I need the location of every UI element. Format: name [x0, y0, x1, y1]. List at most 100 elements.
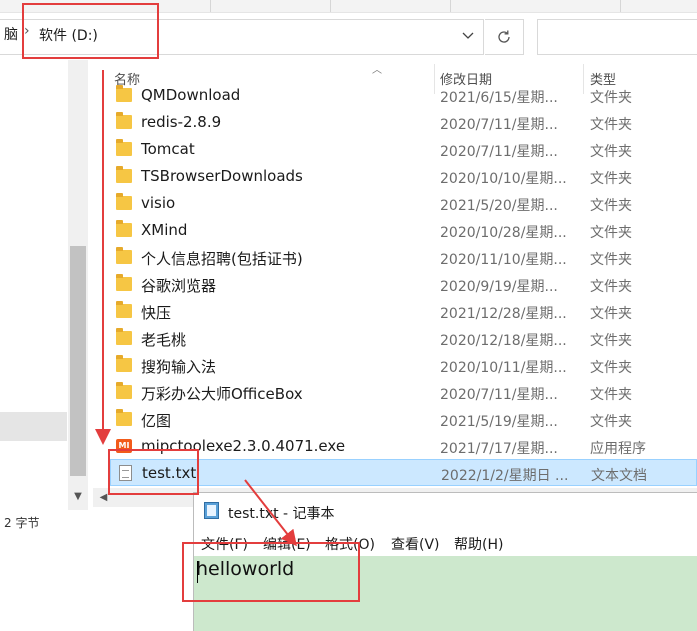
- file-date: 2021/5/19/星期...: [440, 414, 558, 430]
- file-name: QMDownload: [141, 86, 241, 104]
- file-date: 2020/11/10/星期...: [440, 252, 566, 268]
- refresh-button[interactable]: [485, 19, 524, 55]
- file-name: 快压: [141, 304, 172, 322]
- file-type: 文件夹: [590, 171, 632, 187]
- status-bar-text: 2 字节: [4, 516, 40, 530]
- navigation-selected-item[interactable]: [0, 412, 67, 441]
- breadcrumb-current[interactable]: 软件 (D:): [39, 25, 98, 45]
- file-date: 2021/5/20/星期...: [440, 198, 558, 214]
- file-date: 2020/7/11/星期...: [440, 144, 558, 160]
- sort-ascending-icon: ︿: [372, 65, 382, 76]
- file-date: 2020/10/28/星期...: [440, 225, 566, 241]
- breadcrumb-previous[interactable]: 脑: [4, 24, 18, 44]
- ribbon-strip: [0, 0, 697, 13]
- file-row[interactable]: 老毛桃 2020/12/18/星期... 文件夹: [110, 325, 697, 352]
- folder-icon: [116, 247, 132, 264]
- menu-edit[interactable]: 编辑(E): [263, 534, 311, 554]
- file-row[interactable]: 谷歌浏览器 2020/9/19/星期... 文件夹: [110, 271, 697, 298]
- file-row[interactable]: 搜狗输入法 2020/10/11/星期... 文件夹: [110, 352, 697, 379]
- file-row[interactable]: XMind 2020/10/28/星期... 文件夹: [110, 217, 697, 244]
- file-row[interactable]: 快压 2021/12/28/星期... 文件夹: [110, 298, 697, 325]
- file-type: 文件夹: [590, 414, 632, 430]
- text-caret: [197, 561, 198, 583]
- application-icon: MI: [116, 439, 132, 453]
- file-list: QMDownload 2021/6/15/星期... 文件夹 redis-2.8…: [110, 85, 697, 488]
- file-name: XMind: [141, 221, 188, 239]
- file-date: 2021/12/28/星期...: [440, 306, 566, 322]
- breadcrumb-separator-icon[interactable]: ›: [24, 23, 30, 39]
- menu-format[interactable]: 格式(O): [325, 534, 375, 554]
- file-name: 搜狗输入法: [141, 358, 217, 376]
- folder-icon: [116, 139, 132, 156]
- file-date: 2020/10/10/星期...: [440, 171, 566, 187]
- file-row[interactable]: QMDownload 2021/6/15/星期... 文件夹: [110, 85, 697, 109]
- file-row[interactable]: Tomcat 2020/7/11/星期... 文件夹: [110, 136, 697, 163]
- file-name: mipctoolexe2.3.0.4071.exe: [141, 437, 346, 455]
- file-type: 应用程序: [590, 441, 646, 457]
- file-row[interactable]: TSBrowserDownloads 2020/10/10/星期... 文件夹: [110, 163, 697, 190]
- address-history-button[interactable]: [455, 20, 481, 52]
- file-type: 文件夹: [590, 333, 632, 349]
- search-input[interactable]: [537, 19, 697, 55]
- menu-help[interactable]: 帮助(H): [454, 534, 503, 554]
- file-date: 2020/7/11/星期...: [440, 387, 558, 403]
- file-type: 文件夹: [590, 144, 632, 160]
- file-row[interactable]: 万彩办公大师OfficeBox 2020/7/11/星期... 文件夹: [110, 379, 697, 406]
- folder-icon: [116, 193, 132, 210]
- file-type: 文件夹: [590, 306, 632, 322]
- file-type: 文件夹: [590, 198, 632, 214]
- file-type: 文件夹: [590, 387, 632, 403]
- file-name: TSBrowserDownloads: [141, 167, 303, 185]
- menu-view[interactable]: 查看(V): [391, 534, 440, 554]
- file-row[interactable]: redis-2.8.9 2020/7/11/星期... 文件夹: [110, 109, 697, 136]
- refresh-icon: [498, 30, 510, 43]
- folder-icon: [116, 328, 132, 345]
- file-type: 文件夹: [590, 117, 632, 133]
- file-name: Tomcat: [141, 140, 195, 158]
- file-type: 文件夹: [590, 225, 632, 241]
- folder-icon: [116, 382, 132, 399]
- file-type: 文本文档: [591, 468, 647, 484]
- file-row[interactable]: visio 2021/5/20/星期... 文件夹: [110, 190, 697, 217]
- notepad-content: helloworld: [196, 558, 295, 580]
- file-type: 文件夹: [590, 360, 632, 376]
- notepad-title: test.txt - 记事本: [228, 506, 335, 522]
- folder-icon: [116, 301, 132, 318]
- file-type: 文件夹: [590, 279, 632, 295]
- file-name: visio: [141, 194, 176, 212]
- scroll-left-arrow-icon[interactable]: ◀: [95, 488, 112, 507]
- file-name: 万彩办公大师OfficeBox: [141, 385, 303, 403]
- file-row[interactable]: MI mipctoolexe2.3.0.4071.exe 2021/7/17/星…: [110, 433, 697, 460]
- file-date: 2020/9/19/星期...: [440, 279, 558, 295]
- navigation-scrollbar-thumb[interactable]: [70, 246, 86, 476]
- notepad-icon: [204, 502, 219, 519]
- folder-icon: [116, 112, 132, 129]
- file-date: 2022/1/2/星期日 ...: [441, 468, 567, 484]
- file-name: test.txt: [142, 464, 197, 482]
- file-name: redis-2.8.9: [141, 113, 222, 131]
- scroll-down-arrow-icon[interactable]: ▼: [70, 488, 86, 505]
- chevron-down-icon: [462, 32, 474, 39]
- file-name: 老毛桃: [141, 331, 187, 349]
- folder-icon: [116, 274, 132, 291]
- file-row-selected[interactable]: test.txt 2022/1/2/星期日 ... 文本文档: [110, 459, 697, 486]
- file-row[interactable]: 亿图 2021/5/19/星期... 文件夹: [110, 406, 697, 433]
- file-row[interactable]: 个人信息招聘(包括证书) 2020/11/10/星期... 文件夹: [110, 244, 697, 271]
- address-bar-row: 脑 › 软件 (D:): [0, 13, 697, 57]
- file-type: 文件夹: [590, 252, 632, 268]
- file-date: 2020/7/11/星期...: [440, 117, 558, 133]
- folder-icon: [116, 85, 132, 102]
- file-type: 文件夹: [590, 90, 632, 106]
- file-name: 谷歌浏览器: [141, 277, 217, 295]
- file-date: 2021/7/17/星期...: [440, 441, 558, 457]
- notepad-menubar: 文件(F) 编辑(E) 格式(O) 查看(V) 帮助(H): [193, 528, 697, 556]
- file-date: 2021/6/15/星期...: [440, 90, 558, 106]
- text-document-icon: [119, 465, 132, 481]
- folder-icon: [116, 220, 132, 237]
- file-date: 2020/12/18/星期...: [440, 333, 566, 349]
- file-name: 亿图: [141, 412, 172, 430]
- menu-file[interactable]: 文件(F): [201, 534, 248, 554]
- file-name: 个人信息招聘(包括证书): [141, 250, 303, 268]
- file-date: 2020/10/11/星期...: [440, 360, 566, 376]
- folder-icon: [116, 355, 132, 372]
